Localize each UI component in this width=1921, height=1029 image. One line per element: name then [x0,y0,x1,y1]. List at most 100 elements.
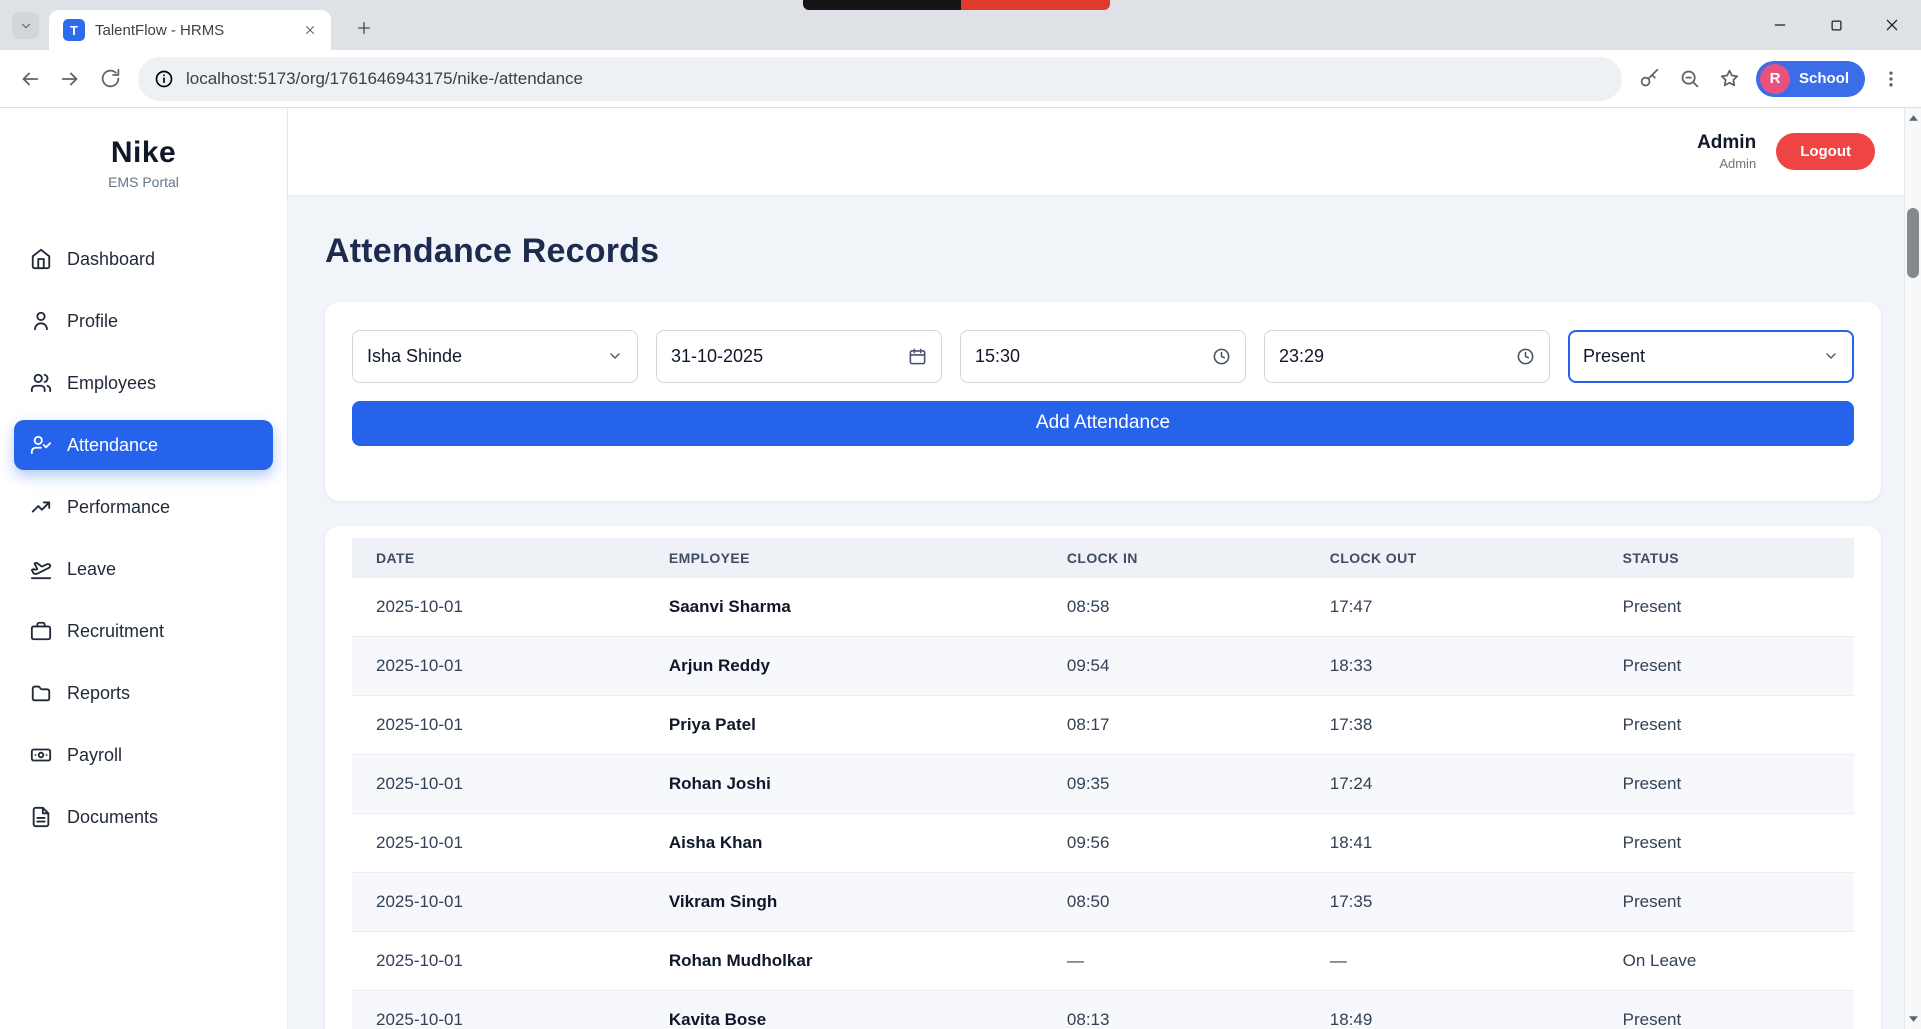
user-check-icon [30,434,52,456]
cell-status: Present [1598,577,1854,638]
sidebar-item-label: Payroll [67,744,123,765]
cell-clock-in: 09:35 [1042,754,1306,815]
cell-status: Present [1598,695,1854,756]
plane-icon [30,558,52,580]
sidebar-item-label: Profile [67,310,119,331]
cell-date: 2025-10-01 [352,813,645,874]
sidebar-item-attendance[interactable]: Attendance [14,420,273,470]
sidebar-nav: Dashboard Profile Employees Attendance P… [0,234,287,842]
minimize-button[interactable] [1757,6,1803,44]
date-input[interactable]: 31-10-2025 [656,329,942,383]
cell-employee: Vikram Singh [644,872,1043,933]
attendance-table: DATE EMPLOYEE CLOCK IN CLOCK OUT STATUS … [352,537,1854,1029]
forward-button[interactable] [50,59,90,99]
cell-clock-in: 08:50 [1042,872,1306,933]
calendar-icon[interactable] [908,347,927,366]
column-header-clock-out: CLOCK OUT [1305,537,1599,578]
cell-date: 2025-10-01 [352,754,645,815]
table-row: 2025-10-01 Aisha Khan 09:56 18:41 Presen… [352,813,1854,874]
clock-in-value: 15:30 [975,345,1021,366]
cell-clock-in: 09:54 [1042,636,1306,697]
cell-clock-out: — [1305,931,1599,992]
sidebar-item-label: Documents [67,806,159,827]
sidebar-item-performance[interactable]: Performance [14,482,273,532]
browser-menu-kebab-icon[interactable] [1871,59,1911,99]
window-controls [1757,6,1915,44]
browser-profile-chip[interactable]: R School [1755,60,1865,97]
cell-date: 2025-10-01 [352,990,645,1029]
sidebar-item-label: Attendance [67,434,159,455]
screen-capture-indicator [803,0,1110,10]
sidebar-item-label: Employees [67,372,157,393]
cell-clock-out: 17:35 [1305,872,1599,933]
scrollbar-thumb[interactable] [1907,208,1919,278]
zoom-icon[interactable] [1670,59,1710,99]
browser-tab-strip: T TalentFlow - HRMS [0,0,1921,50]
sidebar-item-reports[interactable]: Reports [14,668,273,718]
cell-clock-in: 08:58 [1042,577,1306,638]
cell-date: 2025-10-01 [352,577,645,638]
sidebar-item-label: Performance [67,496,171,517]
page-scrollbar[interactable] [1904,108,1921,1029]
cell-status: Present [1598,872,1854,933]
url-text: localhost:5173/org/1761646943175/nike-/a… [186,68,583,88]
cell-clock-out: 17:24 [1305,754,1599,815]
url-bar[interactable]: localhost:5173/org/1761646943175/nike-/a… [138,56,1622,101]
cell-status: Present [1598,754,1854,815]
status-select[interactable]: Present [1568,329,1854,383]
main-area: Admin Admin Logout Attendance Records Is… [288,108,1921,1029]
employee-select-value: Isha Shinde [367,345,463,366]
bookmark-star-icon[interactable] [1710,59,1750,99]
new-tab-button[interactable] [348,12,380,44]
sidebar-item-profile[interactable]: Profile [14,296,273,346]
app-logo: Nike EMS Portal [0,136,287,190]
sidebar-item-leave[interactable]: Leave [14,544,273,594]
cell-employee: Rohan Mudholkar [644,931,1043,992]
table-row: 2025-10-01 Saanvi Sharma 08:58 17:47 Pre… [352,577,1854,638]
close-window-button[interactable] [1869,6,1915,44]
password-key-icon[interactable] [1630,59,1670,99]
cell-date: 2025-10-01 [352,872,645,933]
users-icon [30,372,52,394]
reload-button[interactable] [90,59,130,99]
logo-subtitle: EMS Portal [108,174,179,190]
tab-close-icon[interactable] [299,19,321,41]
browser-toolbar: localhost:5173/org/1761646943175/nike-/a… [0,50,1921,108]
cell-date: 2025-10-01 [352,695,645,756]
cell-status: Present [1598,990,1854,1029]
profile-avatar: R [1759,63,1790,94]
scroll-down-arrow-icon[interactable] [1905,1011,1921,1027]
home-icon [30,248,52,270]
cell-employee: Priya Patel [644,695,1043,756]
clock-icon[interactable] [1516,347,1535,366]
sidebar-item-dashboard[interactable]: Dashboard [14,234,273,284]
cell-clock-in: 08:13 [1042,990,1306,1029]
column-header-status: STATUS [1598,537,1854,578]
maximize-button[interactable] [1813,6,1859,44]
cell-clock-in: — [1042,931,1306,992]
back-button[interactable] [10,59,50,99]
attendance-table-card: DATE EMPLOYEE CLOCK IN CLOCK OUT STATUS … [325,525,1881,1029]
cell-clock-out: 17:47 [1305,577,1599,638]
tab-search-button[interactable] [12,12,39,39]
table-header-row: DATE EMPLOYEE CLOCK IN CLOCK OUT STATUS [352,537,1854,578]
add-attendance-button[interactable]: Add Attendance [352,400,1854,446]
clock-in-input[interactable]: 15:30 [960,329,1246,383]
cell-clock-out: 18:41 [1305,813,1599,874]
sidebar-item-documents[interactable]: Documents [14,792,273,842]
table-row: 2025-10-01 Vikram Singh 08:50 17:35 Pres… [352,872,1854,933]
sidebar-item-recruitment[interactable]: Recruitment [14,606,273,656]
logout-button[interactable]: Logout [1776,133,1875,170]
scroll-up-arrow-icon[interactable] [1905,110,1921,126]
site-info-icon[interactable] [154,69,174,89]
table-row: 2025-10-01 Rohan Mudholkar — — On Leave [352,931,1854,992]
trending-icon [30,496,52,518]
briefcase-icon [30,620,52,642]
sidebar-item-employees[interactable]: Employees [14,358,273,408]
browser-tab[interactable]: T TalentFlow - HRMS [49,10,331,50]
employee-select[interactable]: Isha Shinde [352,329,638,383]
sidebar-item-payroll[interactable]: Payroll [14,730,273,780]
clock-out-input[interactable]: 23:29 [1264,329,1550,383]
clock-icon[interactable] [1212,347,1231,366]
file-text-icon [30,806,52,828]
